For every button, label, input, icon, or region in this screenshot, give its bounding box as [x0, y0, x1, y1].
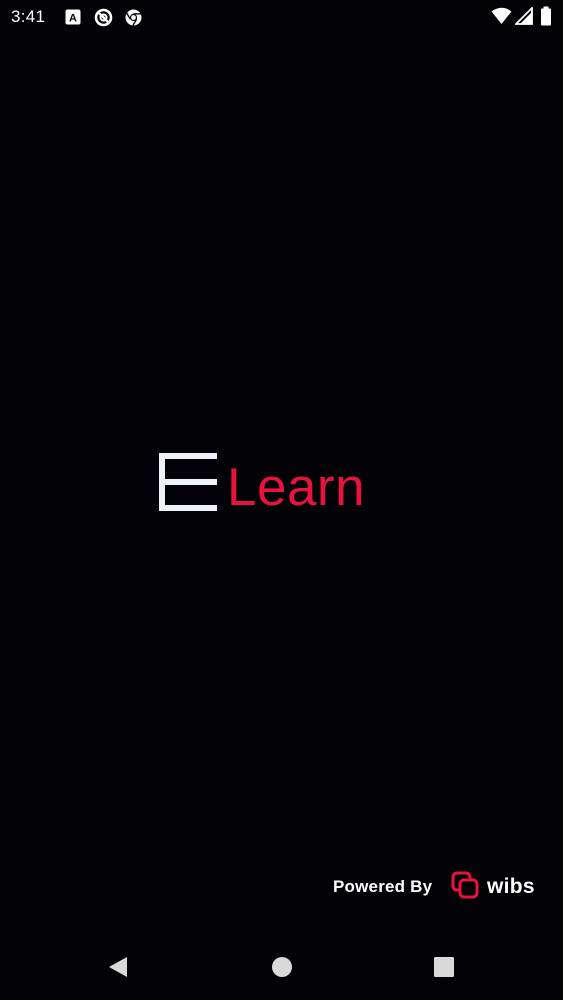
battery-icon [540, 6, 552, 31]
status-time: 3:41 [11, 7, 46, 26]
no-sign-icon [94, 8, 113, 27]
status-bar: 3:41 A [0, 0, 563, 34]
svg-text:A: A [69, 13, 77, 25]
wifi-icon [491, 7, 512, 30]
powered-by-label: Powered By [333, 877, 433, 896]
elearn-logo: Learn [157, 450, 397, 517]
chrome-icon [124, 8, 142, 26]
logo-learn-word: Learn [227, 458, 366, 517]
powered-by: Powered By wibs [330, 868, 550, 904]
a-square-icon: A [64, 8, 82, 26]
back-icon[interactable] [105, 954, 131, 980]
navigation-bar [0, 930, 563, 1000]
signal-icon [513, 5, 533, 30]
splash-screen: 3:41 A Learn Powered By wibs [0, 0, 563, 1000]
logo-e-letter [157, 450, 219, 517]
wibs-brand-name: wibs [487, 875, 535, 898]
home-icon[interactable] [269, 954, 295, 980]
recents-icon[interactable] [431, 954, 457, 980]
wibs-logo-icon [450, 870, 482, 907]
